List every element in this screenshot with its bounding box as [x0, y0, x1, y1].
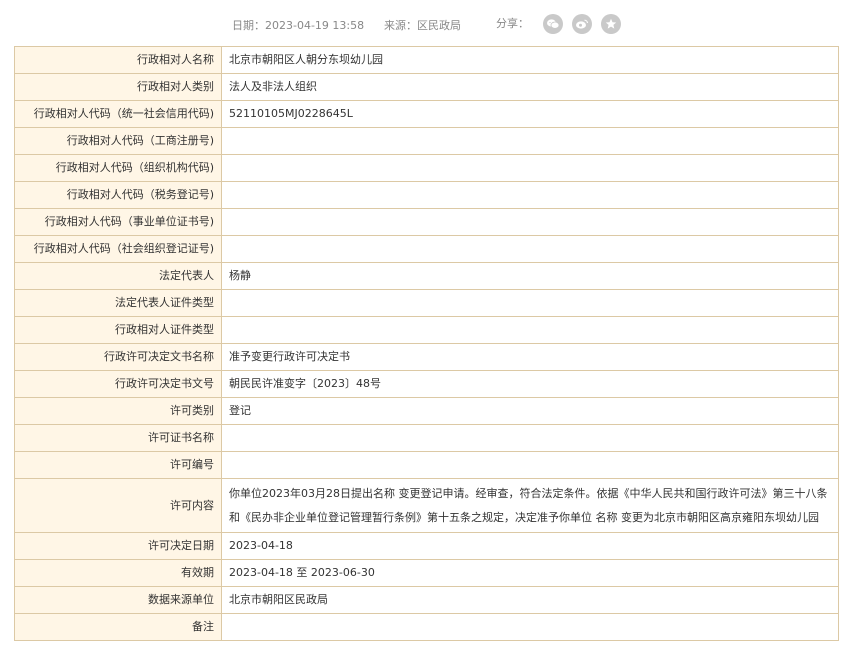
wechat-icon[interactable] — [543, 14, 563, 34]
field-label: 行政相对人代码（税务登记号) — [14, 181, 222, 209]
table-row: 行政许可决定书文号 朝民民许准变字〔2023〕48号 — [14, 370, 839, 398]
table-row: 行政相对人证件类型 — [14, 316, 839, 344]
field-value — [221, 154, 839, 182]
table-row: 行政相对人代码（税务登记号) — [14, 181, 839, 209]
field-value — [221, 208, 839, 236]
table-row: 数据来源单位 北京市朝阳区民政局 — [14, 586, 839, 614]
table-row: 许可编号 — [14, 451, 839, 479]
field-label: 法定代表人证件类型 — [14, 289, 222, 317]
field-label: 行政相对人代码（事业单位证书号) — [14, 208, 222, 236]
table-row: 法定代表人证件类型 — [14, 289, 839, 317]
field-label: 有效期 — [14, 559, 222, 587]
field-label: 许可内容 — [14, 478, 222, 533]
field-value — [221, 613, 839, 641]
field-label: 备注 — [14, 613, 222, 641]
field-label: 行政相对人名称 — [14, 46, 222, 74]
field-value: 北京市朝阳区民政局 — [221, 586, 839, 614]
table-row: 行政相对人类别 法人及非法人组织 — [14, 73, 839, 101]
field-value — [221, 181, 839, 209]
source-value: 区民政局 — [417, 19, 461, 32]
table-row: 行政许可决定文书名称 准予变更行政许可决定书 — [14, 343, 839, 371]
table-row: 许可证书名称 — [14, 424, 839, 452]
permit-record-table: 行政相对人名称 北京市朝阳区人朝分东坝幼儿园 行政相对人类别 法人及非法人组织 行政相对… — [14, 46, 839, 641]
table-row: 行政相对人代码（统一社会信用代码) 52110105MJ0228645L — [14, 100, 839, 128]
publish-date: 日期：2023-04-19 13:58 — [232, 17, 364, 33]
field-value: 准予变更行政许可决定书 — [221, 343, 839, 371]
field-value: 北京市朝阳区人朝分东坝幼儿园 — [221, 46, 839, 74]
article-meta-bar: 日期：2023-04-19 13:58 来源：区民政局 分享： — [0, 0, 855, 46]
field-label: 数据来源单位 — [14, 586, 222, 614]
favorite-star-icon[interactable] — [601, 14, 621, 34]
source: 来源：区民政局 — [384, 17, 461, 33]
field-value: 52110105MJ0228645L — [221, 100, 839, 128]
field-value — [221, 235, 839, 263]
field-value — [221, 451, 839, 479]
field-label: 许可证书名称 — [14, 424, 222, 452]
field-label: 许可编号 — [14, 451, 222, 479]
field-value: 2023-04-18 至 2023-06-30 — [221, 559, 839, 587]
field-value: 法人及非法人组织 — [221, 73, 839, 101]
date-value: 2023-04-19 13:58 — [265, 19, 365, 32]
field-label: 行政相对人类别 — [14, 73, 222, 101]
field-value: 登记 — [221, 397, 839, 425]
table-row: 法定代表人 杨静 — [14, 262, 839, 290]
field-value — [221, 289, 839, 317]
share-label: 分享： — [496, 17, 529, 30]
weibo-icon[interactable] — [572, 14, 592, 34]
field-label: 行政相对人代码（社会组织登记证号) — [14, 235, 222, 263]
field-label: 行政相对人代码（工商注册号) — [14, 127, 222, 155]
permit-record-body: 行政相对人名称 北京市朝阳区人朝分东坝幼儿园 行政相对人类别 法人及非法人组织 行政相对… — [14, 46, 839, 641]
field-value: 2023-04-18 — [221, 532, 839, 560]
table-row: 行政相对人代码（社会组织登记证号) — [14, 235, 839, 263]
table-row: 行政相对人代码（事业单位证书号) — [14, 208, 839, 236]
date-label: 日期： — [232, 19, 265, 32]
field-label: 行政许可决定书文号 — [14, 370, 222, 398]
table-row: 许可决定日期 2023-04-18 — [14, 532, 839, 560]
table-row: 许可内容 你单位2023年03月28日提出名称 变更登记申请。经审查，符合法定条件… — [14, 478, 839, 533]
field-value: 朝民民许准变字〔2023〕48号 — [221, 370, 839, 398]
field-value — [221, 424, 839, 452]
field-value: 杨静 — [221, 262, 839, 290]
field-label: 许可类别 — [14, 397, 222, 425]
field-label: 法定代表人 — [14, 262, 222, 290]
table-row: 许可类别 登记 — [14, 397, 839, 425]
field-value — [221, 127, 839, 155]
field-label: 行政相对人代码（统一社会信用代码) — [14, 100, 222, 128]
field-label: 行政许可决定文书名称 — [14, 343, 222, 371]
field-value: 你单位2023年03月28日提出名称 变更登记申请。经审查，符合法定条件。依据《… — [221, 478, 839, 533]
table-row: 行政相对人代码（组织机构代码) — [14, 154, 839, 182]
table-row: 行政相对人名称 北京市朝阳区人朝分东坝幼儿园 — [14, 46, 839, 74]
table-row: 有效期 2023-04-18 至 2023-06-30 — [14, 559, 839, 587]
table-row: 备注 — [14, 613, 839, 641]
field-value — [221, 316, 839, 344]
field-label: 行政相对人证件类型 — [14, 316, 222, 344]
source-label: 来源： — [384, 19, 417, 32]
table-row: 行政相对人代码（工商注册号) — [14, 127, 839, 155]
field-label: 许可决定日期 — [14, 532, 222, 560]
field-label: 行政相对人代码（组织机构代码) — [14, 154, 222, 182]
